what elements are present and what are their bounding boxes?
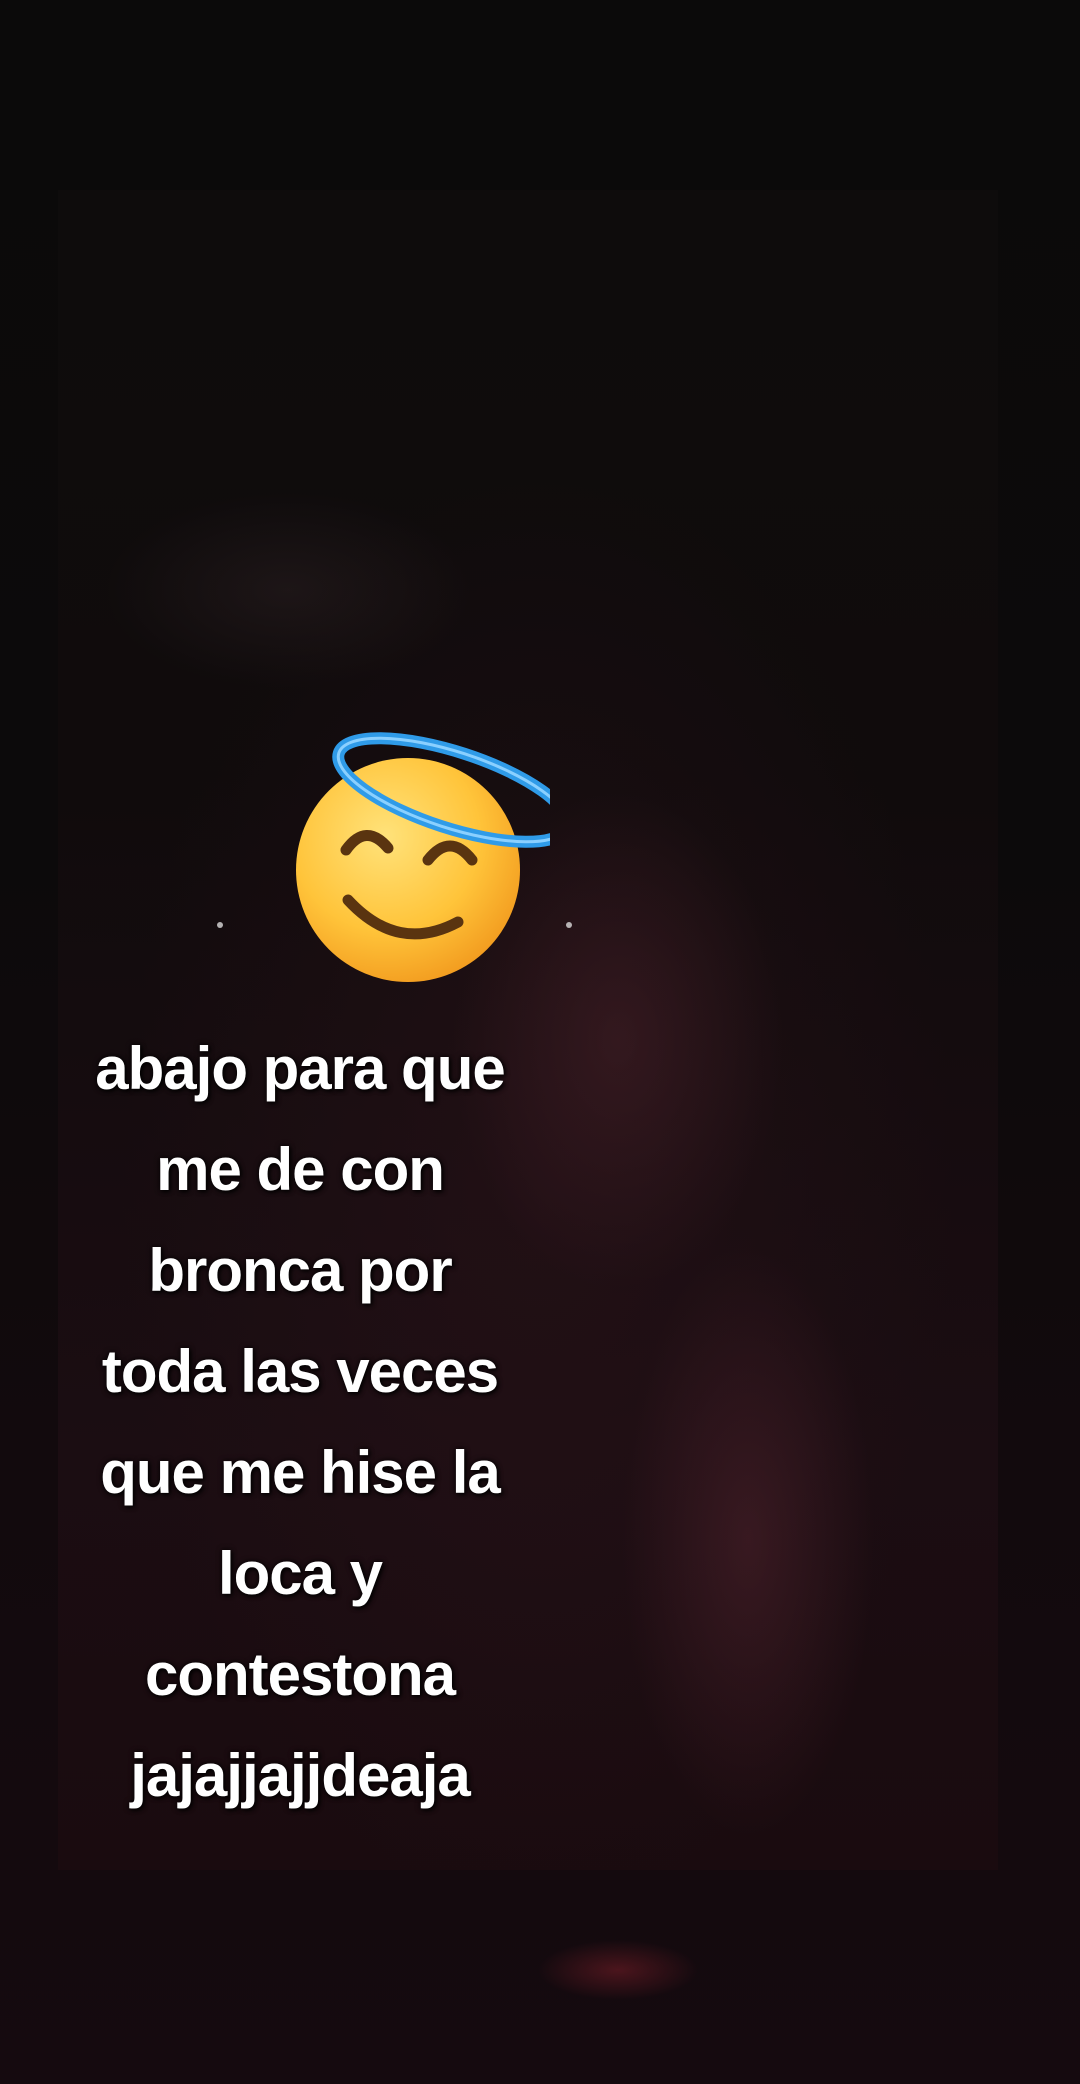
caption-line: jajajjajjdeaja xyxy=(130,1742,471,1809)
caption-line: toda las veces xyxy=(101,1338,499,1405)
caption-line: loca y xyxy=(217,1540,383,1607)
light-speck xyxy=(566,922,572,928)
caption-line: contestona xyxy=(144,1641,456,1708)
caption-text: abajo para que me de con bronca por toda… xyxy=(40,1018,560,1826)
caption-line: me de con xyxy=(156,1136,445,1203)
photo-highlight xyxy=(538,1940,698,2000)
video-frame: abajo para que me de con bronca por toda… xyxy=(0,0,1080,2084)
smiling-face-with-halo-icon xyxy=(296,732,550,982)
caption-line: abajo para que xyxy=(95,1035,505,1102)
caption-line: bronca por xyxy=(148,1237,452,1304)
light-speck xyxy=(217,922,223,928)
caption-line: que me hise la xyxy=(100,1439,501,1506)
